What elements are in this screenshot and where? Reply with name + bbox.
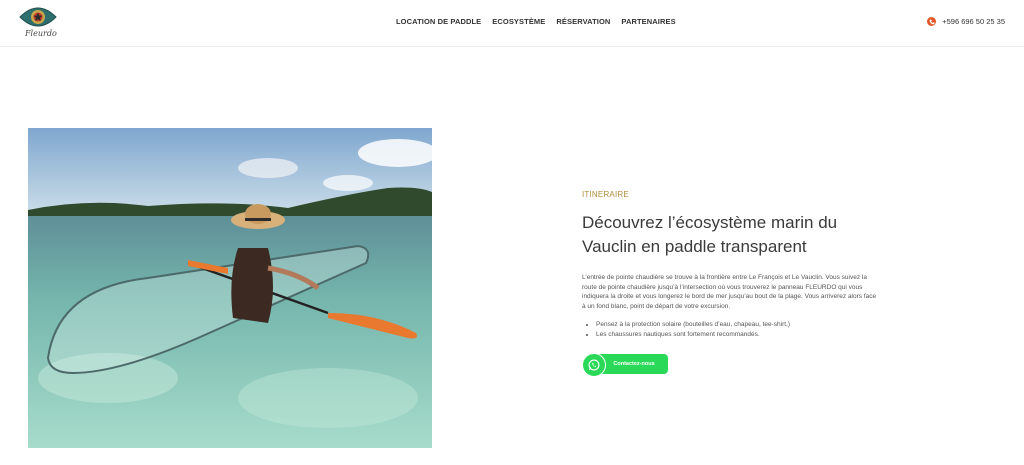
logo-text: Fleurdo: [25, 29, 57, 38]
contact-button-label: Contactez-nous: [613, 361, 655, 368]
site-header: Fleurdo LOCATION DE PADDLE ECOSYSTÈME RÉ…: [0, 0, 1024, 47]
kayak-photo: [28, 128, 432, 448]
whatsapp-icon: [582, 353, 606, 378]
nav-item-reservation[interactable]: RÉSERVATION: [556, 17, 610, 26]
section-eyebrow: ITINERAIRE: [582, 190, 629, 199]
main-nav: LOCATION DE PADDLE ECOSYSTÈME RÉSERVATIO…: [396, 17, 676, 26]
eye-logo-icon: [19, 7, 57, 27]
list-item: Les chaussures nautiques sont fortement …: [596, 330, 882, 340]
phone-link[interactable]: +596 696 50 25 35: [927, 17, 1005, 26]
nav-item-ecosysteme[interactable]: ECOSYSTÈME: [492, 17, 545, 26]
section-title: Découvrez l’écosystème marin du Vauclin …: [582, 213, 838, 256]
tips-list: Pensez à la protection solaire (bouteill…: [582, 320, 882, 340]
phone-number: +596 696 50 25 35: [942, 17, 1005, 26]
logo[interactable]: Fleurdo: [18, 5, 58, 41]
phone-icon: [927, 17, 937, 26]
nav-item-partenaires[interactable]: PARTENAIRES: [621, 17, 675, 26]
nav-item-location-de-paddle[interactable]: LOCATION DE PADDLE: [396, 17, 481, 26]
list-item: Pensez à la protection solaire (bouteill…: [596, 320, 882, 330]
itinerary-section: ITINERAIRE Découvrez l’écosystème marin …: [582, 190, 882, 378]
contact-button[interactable]: Contactez-nous: [582, 353, 668, 378]
section-paragraph: L’entrée de pointe chaudière se trouve à…: [582, 274, 877, 310]
